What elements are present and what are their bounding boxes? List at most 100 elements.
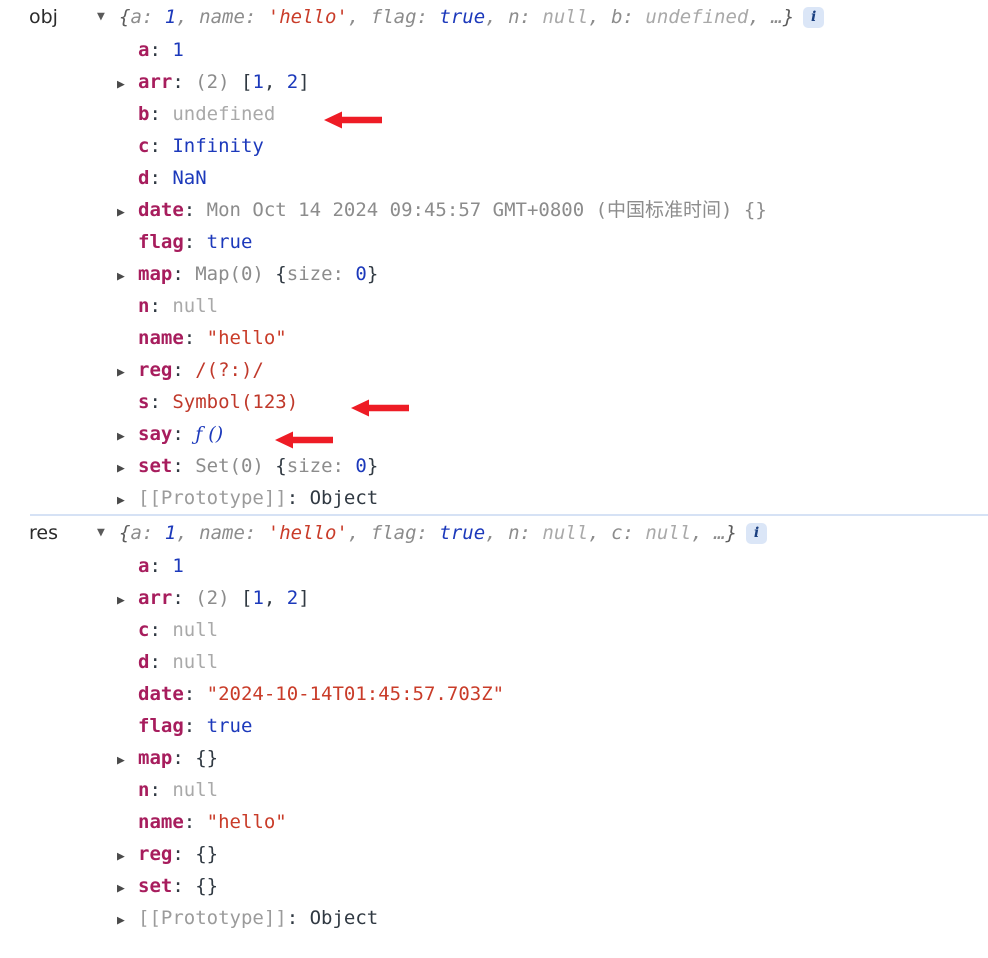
property-value: {} bbox=[195, 843, 219, 865]
preview-key: n bbox=[508, 6, 520, 28]
preview-key: b bbox=[611, 6, 623, 28]
preview-sep: : bbox=[622, 522, 646, 544]
preview-sep: : bbox=[416, 6, 440, 28]
property-key: set bbox=[138, 875, 173, 897]
table-row[interactable]: [[Prototype]]: Object bbox=[0, 482, 988, 514]
property-value: true bbox=[206, 715, 253, 737]
table-row[interactable]: map: {} bbox=[0, 742, 988, 774]
property-key: flag bbox=[138, 231, 184, 253]
preview-sep: : bbox=[141, 6, 165, 28]
property-value: undefined bbox=[172, 103, 276, 125]
preview-value: null bbox=[542, 6, 589, 28]
property-key: set bbox=[138, 455, 173, 477]
table-row[interactable]: d: NaN bbox=[0, 162, 988, 194]
property-key: date bbox=[138, 683, 184, 705]
preview-sep: : bbox=[519, 522, 543, 544]
property-key: arr bbox=[138, 587, 173, 609]
property-value: {} bbox=[195, 747, 219, 769]
property-value: null bbox=[172, 619, 219, 641]
object-preview-res: {a: 1, name: 'hello', flag: true, n: nul… bbox=[119, 521, 767, 545]
preview-key: n bbox=[508, 522, 520, 544]
property-key: c bbox=[138, 619, 150, 641]
table-row[interactable]: set: {} bbox=[0, 870, 988, 902]
log-group-obj: obj {a: 1, name: 'hello', flag: true, n:… bbox=[0, 0, 988, 514]
table-row[interactable]: s: Symbol(123) bbox=[0, 386, 988, 418]
table-row[interactable]: c: Infinity bbox=[0, 130, 988, 162]
table-row[interactable]: a: 1 bbox=[0, 550, 988, 582]
table-row[interactable]: map: Map(0) {size: 0} bbox=[0, 258, 988, 290]
table-row[interactable]: say: ƒ () bbox=[0, 418, 988, 450]
table-row[interactable]: n: null bbox=[0, 774, 988, 806]
preview-sep: : bbox=[622, 6, 646, 28]
preview-key: a bbox=[130, 6, 142, 28]
preview-value: 1 bbox=[164, 6, 177, 28]
property-key: n bbox=[138, 779, 150, 801]
table-row[interactable]: a: 1 bbox=[0, 34, 988, 66]
group-header-obj[interactable]: obj {a: 1, name: 'hello', flag: true, n:… bbox=[0, 0, 988, 34]
preview-sep: : bbox=[416, 522, 440, 544]
property-key: n bbox=[138, 295, 150, 317]
preview-sep: : bbox=[244, 522, 268, 544]
property-value: Symbol(123) bbox=[172, 391, 299, 413]
preview-key: c bbox=[611, 522, 623, 544]
property-list-res: a: 1 arr: (2) [1, 2] c: null d: null dat… bbox=[0, 550, 988, 934]
property-key: reg bbox=[138, 359, 173, 381]
property-value: Infinity bbox=[172, 135, 264, 157]
preview-close-brace: } bbox=[782, 6, 795, 28]
table-row[interactable]: date: Mon Oct 14 2024 09:45:57 GMT+0800 … bbox=[0, 194, 988, 226]
property-value: Object bbox=[309, 907, 379, 929]
property-value: "hello" bbox=[206, 327, 287, 349]
property-key: map bbox=[138, 263, 173, 285]
property-value: Object bbox=[309, 487, 379, 509]
table-row[interactable]: n: null bbox=[0, 290, 988, 322]
table-row[interactable]: name: "hello" bbox=[0, 806, 988, 838]
preview-close-brace: } bbox=[725, 522, 737, 544]
disclosure-triangle-res[interactable] bbox=[97, 521, 119, 545]
property-value: "hello" bbox=[206, 811, 287, 833]
property-value: Map(0) bbox=[195, 263, 276, 285]
property-key: say bbox=[138, 423, 173, 445]
info-icon[interactable]: i bbox=[745, 523, 767, 544]
table-row[interactable]: flag: true bbox=[0, 710, 988, 742]
table-row[interactable]: [[Prototype]]: Object bbox=[0, 902, 988, 934]
preview-key: a bbox=[130, 522, 142, 544]
preview-value: 'hello' bbox=[267, 522, 348, 544]
preview-key: flag bbox=[370, 522, 417, 544]
property-value: Set(0) bbox=[195, 455, 276, 477]
console-output-panel: obj {a: 1, name: 'hello', flag: true, n:… bbox=[0, 0, 988, 958]
preview-value: undefined bbox=[645, 6, 749, 28]
table-row[interactable]: reg: /(?:)/ bbox=[0, 354, 988, 386]
property-value: /(?:)/ bbox=[195, 359, 264, 381]
property-key: date bbox=[138, 199, 184, 221]
table-row[interactable]: d: null bbox=[0, 646, 988, 678]
table-row[interactable]: flag: true bbox=[0, 226, 988, 258]
disclosure-triangle-obj[interactable] bbox=[97, 5, 119, 29]
preview-value: true bbox=[439, 522, 486, 544]
property-key: s bbox=[138, 391, 150, 413]
table-row[interactable]: reg: {} bbox=[0, 838, 988, 870]
table-row[interactable]: arr: (2) [1, 2] bbox=[0, 66, 988, 98]
property-key: a bbox=[138, 39, 150, 61]
group-header-res[interactable]: res {a: 1, name: 'hello', flag: true, n:… bbox=[0, 516, 988, 550]
preview-ellipsis: … bbox=[771, 6, 783, 28]
property-key: d bbox=[138, 167, 150, 189]
table-row[interactable]: c: null bbox=[0, 614, 988, 646]
preview-key: name bbox=[199, 522, 245, 544]
preview-key: name bbox=[199, 6, 245, 28]
property-list-obj: a: 1 arr: (2) [1, 2] b: undefined c: Inf… bbox=[0, 34, 988, 514]
table-row[interactable]: arr: (2) [1, 2] bbox=[0, 582, 988, 614]
table-row[interactable]: b: undefined bbox=[0, 98, 988, 130]
table-row[interactable]: date: "2024-10-14T01:45:57.703Z" bbox=[0, 678, 988, 710]
preview-value: true bbox=[439, 6, 486, 28]
preview-open-brace: { bbox=[119, 6, 131, 28]
property-key: b bbox=[138, 103, 150, 125]
property-value: null bbox=[172, 779, 219, 801]
property-key: flag bbox=[138, 715, 184, 737]
log-group-res: res {a: 1, name: 'hello', flag: true, n:… bbox=[0, 516, 988, 934]
property-key: a bbox=[138, 555, 150, 577]
property-key: name bbox=[138, 327, 184, 349]
table-row[interactable]: set: Set(0) {size: 0} bbox=[0, 450, 988, 482]
property-value: 1 bbox=[172, 555, 184, 577]
table-row[interactable]: name: "hello" bbox=[0, 322, 988, 354]
info-icon[interactable]: i bbox=[803, 7, 825, 28]
